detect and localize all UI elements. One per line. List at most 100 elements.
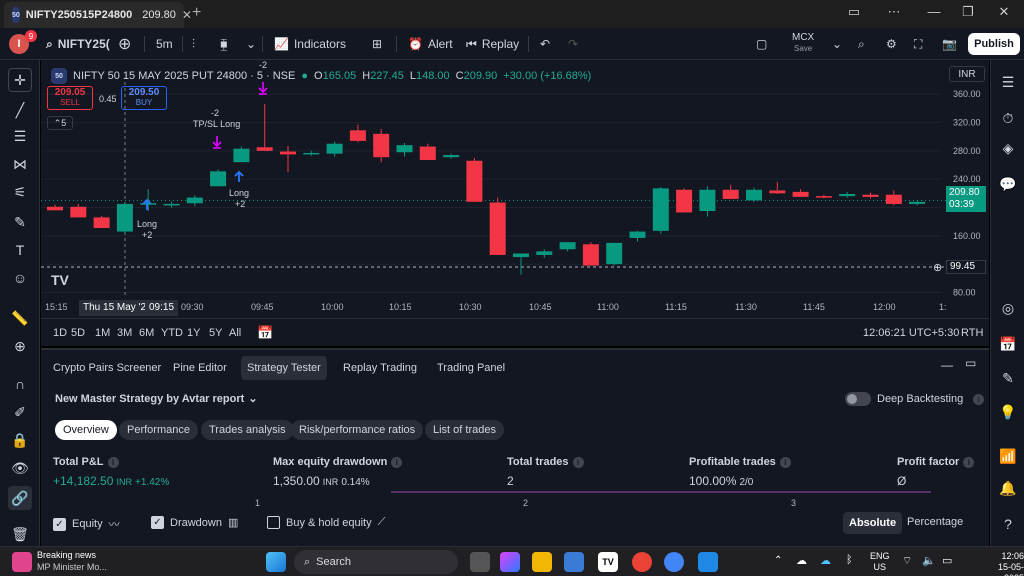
calendar-icon[interactable]: 📅 [996,332,1020,356]
quick-search-icon[interactable]: ⌕ [858,34,865,54]
more-icon[interactable]: ⋯ [880,4,908,20]
wifi-icon[interactable]: ⌔ [902,554,912,568]
candle-body[interactable] [419,146,436,161]
maximize-panel-icon[interactable]: ▭ [965,356,976,370]
brush-icon[interactable]: ✎ [8,210,32,234]
tradingview-app-icon[interactable]: TV [598,552,618,572]
pencil-tool-icon[interactable]: ✎ [996,366,1020,390]
checkbox-box[interactable]: ✓ [53,517,66,531]
candle-body[interactable] [303,152,320,155]
candle-body[interactable] [280,151,296,155]
task-view-icon[interactable] [470,552,490,572]
emoji-icon[interactable]: ☺ [8,266,32,290]
range-5d[interactable]: 5D [71,327,85,339]
candle-body[interactable] [885,194,902,204]
photos-icon[interactable] [698,552,718,572]
candle-body[interactable] [466,160,483,202]
long-entry-arrow-icon[interactable] [142,198,152,210]
candle-body[interactable] [652,188,669,231]
info-icon[interactable]: i [107,456,119,468]
file-explorer-icon[interactable] [532,552,552,572]
candle-body[interactable] [326,143,343,154]
minimize-icon[interactable]: — [920,4,948,19]
panel-tab-crypto-pairs-screener[interactable]: Crypto Pairs Screener [47,356,167,380]
speaker-icon[interactable]: 🔈 [922,554,936,567]
interval-button[interactable]: 5m [156,34,173,54]
layers-icon[interactable]: ◈ [996,136,1020,160]
candle-body[interactable] [839,194,856,197]
currency-selector[interactable]: INR [949,66,985,82]
range-1y[interactable]: 1Y [187,327,200,339]
new-tab-icon[interactable]: + [192,4,201,22]
range-1d[interactable]: 1D [53,327,67,339]
replay-button[interactable]: ⏮ Replay [466,34,519,54]
alert-button[interactable]: ⏰ Alert [408,34,453,54]
goto-date-icon[interactable]: 📅 [257,325,273,341]
info-icon[interactable]: i [391,456,403,468]
candle-body[interactable] [489,202,506,255]
settings-gear-icon[interactable]: ⚙ [886,34,897,54]
bluetooth-icon[interactable]: ᛒ [846,554,853,566]
range-ytd[interactable]: YTD [161,327,183,339]
candle-body[interactable] [699,189,716,212]
info-icon[interactable]: i [973,393,985,405]
news-title[interactable]: Breaking news [37,550,96,560]
candle-body[interactable] [373,133,390,158]
checkbox-box[interactable] [267,516,280,529]
candle-body[interactable] [70,206,87,218]
candle-body[interactable] [93,217,110,229]
candle-body[interactable] [722,189,739,199]
price-chart[interactable]: 360.00320.00280.00240.00200.00160.00120.… [41,60,989,318]
news-subtitle[interactable]: MP Minister Mo... [37,562,107,572]
range-all[interactable]: All [229,327,241,339]
candle-body[interactable] [606,242,623,265]
screen-icon[interactable]: ▭ [840,4,868,20]
candle-body[interactable] [862,194,879,197]
candle-body[interactable] [513,253,529,258]
windows-start-icon[interactable] [266,552,286,572]
candle-body[interactable] [769,190,786,194]
candle-body[interactable] [256,147,273,151]
buy-button[interactable]: 209.50 BUY [121,86,167,110]
crosshair-icon[interactable]: ✛ [8,68,32,92]
candle-body[interactable] [163,203,180,206]
checkbox-buy-hold-equity[interactable]: Buy & hold equity ⟋ [267,516,385,529]
checkbox-equity[interactable]: ✓ Equity 〰 [53,516,120,532]
candle-body[interactable] [629,231,646,238]
sell-button[interactable]: 209.05 SELL [47,86,93,110]
onedrive-icon[interactable]: ☁ [820,554,831,567]
strategy-selector[interactable]: New Master Strategy by Avtar report ⌄ [55,392,258,406]
fib-icon[interactable]: ☰ [8,124,32,148]
candle-body[interactable] [536,251,553,255]
candle-body[interactable] [792,191,809,197]
bar-style-icon[interactable]: ⫶ [192,34,195,54]
copilot-icon[interactable] [500,552,520,572]
absolute-toggle[interactable]: Absolute [843,512,903,534]
panel-tab-replay-trading[interactable]: Replay Trading [337,356,423,380]
news-widget-icon[interactable] [12,552,32,572]
info-icon[interactable]: i [963,456,975,468]
deep-backtesting-toggle[interactable]: Deep Backtesting i [845,392,985,406]
subtab-risk-performance-ratios[interactable]: Risk/performance ratios [291,420,424,440]
range-6m[interactable]: 6M [139,327,154,339]
bell-icon[interactable]: 🔔 [996,476,1020,500]
target-icon[interactable]: ◎ [996,296,1020,320]
info-icon[interactable]: i [572,456,584,468]
watchlist-icon[interactable]: ☰ [996,70,1020,94]
candle-body[interactable] [186,197,203,204]
minimize-panel-icon[interactable]: — [941,358,953,372]
candle-body[interactable] [746,189,762,201]
link-icon[interactable]: 🔗 [8,486,32,510]
fullscreen-icon[interactable]: ⛶ [914,34,922,54]
subtab-trades-analysis[interactable]: Trades analysis [201,420,294,440]
candle-body[interactable] [582,244,599,266]
panel-tab-pine-editor[interactable]: Pine Editor [167,356,233,380]
close-window-icon[interactable]: ✕ [990,4,1018,20]
range-5y[interactable]: 5Y [209,327,222,339]
eye-icon[interactable]: 👁 [8,456,32,480]
trash-icon[interactable]: 🗑 [8,522,32,546]
layouts-icon[interactable]: ⊞ [372,34,382,54]
chrome-icon[interactable] [632,552,652,572]
candlestick-chart[interactable]: 360.00320.00280.00240.00200.00160.00120.… [41,60,989,318]
candle-body[interactable] [47,206,63,211]
